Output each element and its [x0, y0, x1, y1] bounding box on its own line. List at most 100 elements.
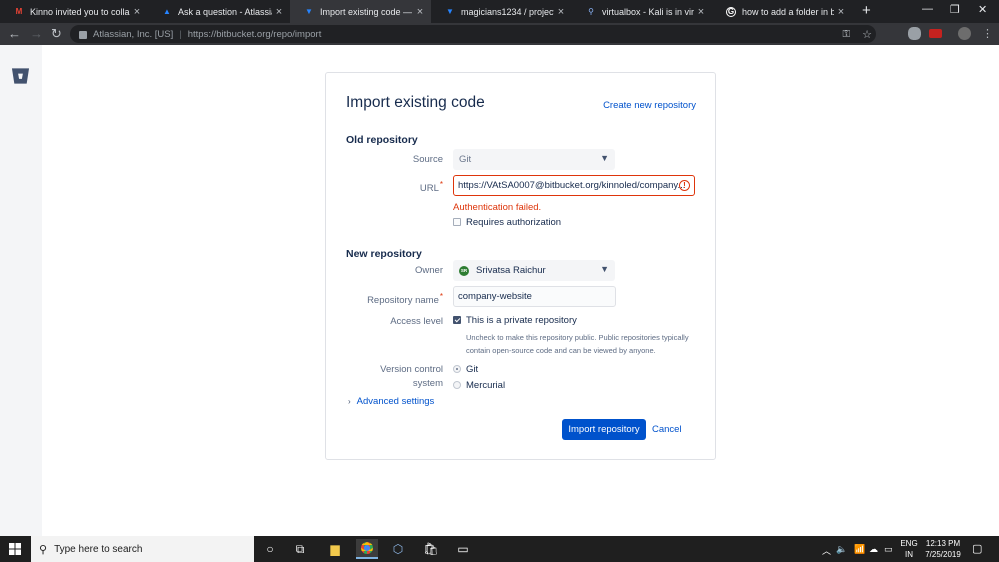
owner-select[interactable]: SR Srivatsa Raichur ▼ — [453, 260, 615, 281]
url-label-text: URL — [419, 183, 439, 195]
taskbar-search-placeholder: Type here to search — [54, 543, 143, 555]
owner-value: Srivatsa Raichur — [476, 265, 546, 276]
chrome-menu-icon[interactable]: ⋮ — [982, 27, 993, 40]
google-icon: G — [726, 6, 736, 17]
superuser-icon: ⚲ — [588, 7, 594, 16]
network-icon[interactable]: 📶 — [854, 544, 865, 555]
browser-tab-strip: M Kinno invited you to collabo × ▲ Ask a… — [0, 0, 999, 23]
bitbucket-icon: ▼ — [305, 7, 313, 16]
cortana-icon[interactable]: ○ — [259, 539, 281, 559]
atlassian-icon: ▲ — [163, 7, 171, 16]
cloud-extension-icon[interactable] — [908, 27, 921, 40]
new-tab-button[interactable]: + — [862, 2, 871, 19]
advanced-settings-label: Advanced settings — [356, 396, 435, 407]
address-bar[interactable]: Atlassian, Inc. [US] | https://bitbucket… — [70, 25, 876, 43]
key-icon[interactable]: ⚿ — [843, 29, 851, 40]
browser-toolbar: ← → ↻ Atlassian, Inc. [US] | https://bit… — [0, 23, 999, 45]
file-explorer-icon[interactable]: ▆ — [324, 539, 346, 559]
source-label: Source — [412, 154, 443, 165]
required-asterisk: * — [439, 292, 443, 301]
chevron-down-icon: ▼ — [600, 264, 609, 274]
notifications-icon[interactable]: ▢ — [972, 542, 982, 555]
chrome-taskbar-icon[interactable] — [356, 539, 378, 559]
bitbucket-logo-icon[interactable] — [11, 67, 30, 85]
lock-icon — [79, 31, 87, 39]
close-icon[interactable]: × — [834, 6, 848, 18]
close-icon[interactable]: × — [130, 6, 144, 18]
search-icon: ⚲ — [39, 543, 48, 556]
windows-start-icon[interactable] — [9, 543, 21, 555]
private-repository-help: Uncheck to make this repository public. … — [466, 333, 689, 355]
show-hidden-icons[interactable]: ︿ — [822, 544, 831, 557]
vcs-git-radio[interactable] — [453, 365, 461, 373]
tab-title: Import existing code — Bitbu — [320, 6, 413, 17]
access-level-label: Access level — [390, 316, 443, 327]
close-icon[interactable]: × — [272, 6, 286, 18]
owner-label: Owner — [415, 265, 443, 276]
chevron-right-icon: › — [348, 397, 351, 406]
close-icon[interactable]: × — [554, 6, 568, 18]
bookmark-star-icon[interactable]: ☆ — [862, 28, 872, 41]
create-new-repository-link[interactable]: Create new repository — [603, 100, 696, 111]
back-arrow-icon[interactable]: ← — [8, 26, 21, 41]
task-view-icon[interactable]: ⧉ — [289, 539, 311, 559]
taskbar-search-box[interactable]: ⚲ Type here to search — [31, 536, 254, 562]
address-url: https://bitbucket.org/repo/import — [187, 28, 322, 40]
volume-icon[interactable]: 🔈 — [836, 544, 847, 555]
onedrive-icon[interactable]: ☁ — [869, 544, 878, 555]
profile-avatar[interactable] — [958, 27, 971, 40]
url-input[interactable]: https://VAtSA0007@bitbucket.org/kinnoled… — [453, 175, 695, 196]
url-error-message: Authentication failed. — [453, 202, 542, 213]
new-repository-heading: New repository — [346, 248, 422, 260]
repository-name-value: company-website — [458, 291, 532, 302]
vcs-git-label[interactable]: Git — [466, 364, 478, 375]
page-title: Import existing code — [346, 94, 485, 111]
taskbar-clock[interactable]: 12:13 PM 7/25/2019 — [916, 538, 970, 560]
screen: M Kinno invited you to collabo × ▲ Ask a… — [0, 0, 999, 562]
version-control-label-line2: system — [412, 378, 443, 389]
reload-icon[interactable]: ↻ — [51, 26, 62, 42]
virtualbox-icon[interactable]: ⬡ — [387, 539, 409, 559]
import-repository-button[interactable]: Import repository — [562, 419, 646, 440]
forward-arrow-icon[interactable]: → — [30, 26, 43, 41]
gmail-icon: M — [15, 7, 23, 16]
clock-time: 12:13 PM — [925, 539, 961, 548]
tab-import-existing-code[interactable]: ▼ Import existing code — Bitbu × — [290, 0, 431, 23]
store-icon[interactable]: 🛍 — [420, 539, 442, 559]
certificate-org: Atlassian, Inc. [US] — [93, 28, 174, 40]
tab-superuser-virtualbox[interactable]: ⚲ virtualbox - Kali is in virtual b × — [572, 0, 712, 23]
requires-authorization-label[interactable]: Requires authorization — [466, 217, 561, 228]
tab-title: Ask a question - Atlassian Co — [178, 6, 272, 17]
vcs-mercurial-label[interactable]: Mercurial — [466, 380, 505, 391]
battery-icon[interactable]: ▭ — [884, 544, 893, 555]
advanced-settings-toggle[interactable]: › Advanced settings — [348, 396, 434, 407]
terminal-icon[interactable]: ▭ — [452, 539, 474, 559]
close-icon[interactable]: × — [413, 6, 427, 18]
url-value: https://VAtSA0007@bitbucket.org/kinnoled… — [458, 180, 686, 191]
tab-gmail[interactable]: M Kinno invited you to collabo × — [0, 0, 148, 23]
repository-name-label: Repository name* — [367, 292, 443, 306]
minimize-icon[interactable]: — — [922, 3, 933, 15]
cancel-link[interactable]: Cancel — [652, 424, 682, 435]
windows-taskbar: ⚲ Type here to search ○ ⧉ ▆ ⬡ 🛍 ▭ ︿ 🔈 📶 … — [0, 536, 999, 562]
private-repository-label[interactable]: This is a private repository — [466, 315, 577, 326]
tab-google-search[interactable]: G how to add a folder in bitbu × — [712, 0, 852, 23]
requires-authorization-checkbox[interactable] — [453, 218, 461, 226]
vcs-mercurial-radio[interactable] — [453, 381, 461, 389]
window-close-icon[interactable]: ✕ — [978, 3, 987, 16]
address-separator: | — [179, 28, 182, 40]
version-control-label: Version control — [380, 364, 443, 375]
owner-avatar: SR — [459, 265, 469, 276]
source-select[interactable]: Git ▼ — [453, 149, 615, 170]
tab-bitbucket-project[interactable]: ▼ magicians1234 / project — B × — [431, 0, 572, 23]
restore-icon[interactable]: ❐ — [950, 3, 960, 16]
tab-atlassian-community[interactable]: ▲ Ask a question - Atlassian Co × — [148, 0, 290, 23]
old-repository-heading: Old repository — [346, 134, 418, 146]
error-icon: ! — [679, 180, 690, 191]
close-icon[interactable]: × — [694, 6, 708, 18]
repository-name-input[interactable]: company-website — [453, 286, 616, 307]
repository-name-label-text: Repository name — [367, 295, 439, 307]
flag-extension-icon[interactable] — [929, 29, 942, 38]
private-repository-checkbox[interactable] — [453, 316, 461, 324]
tab-title: Kinno invited you to collabo — [30, 6, 130, 17]
